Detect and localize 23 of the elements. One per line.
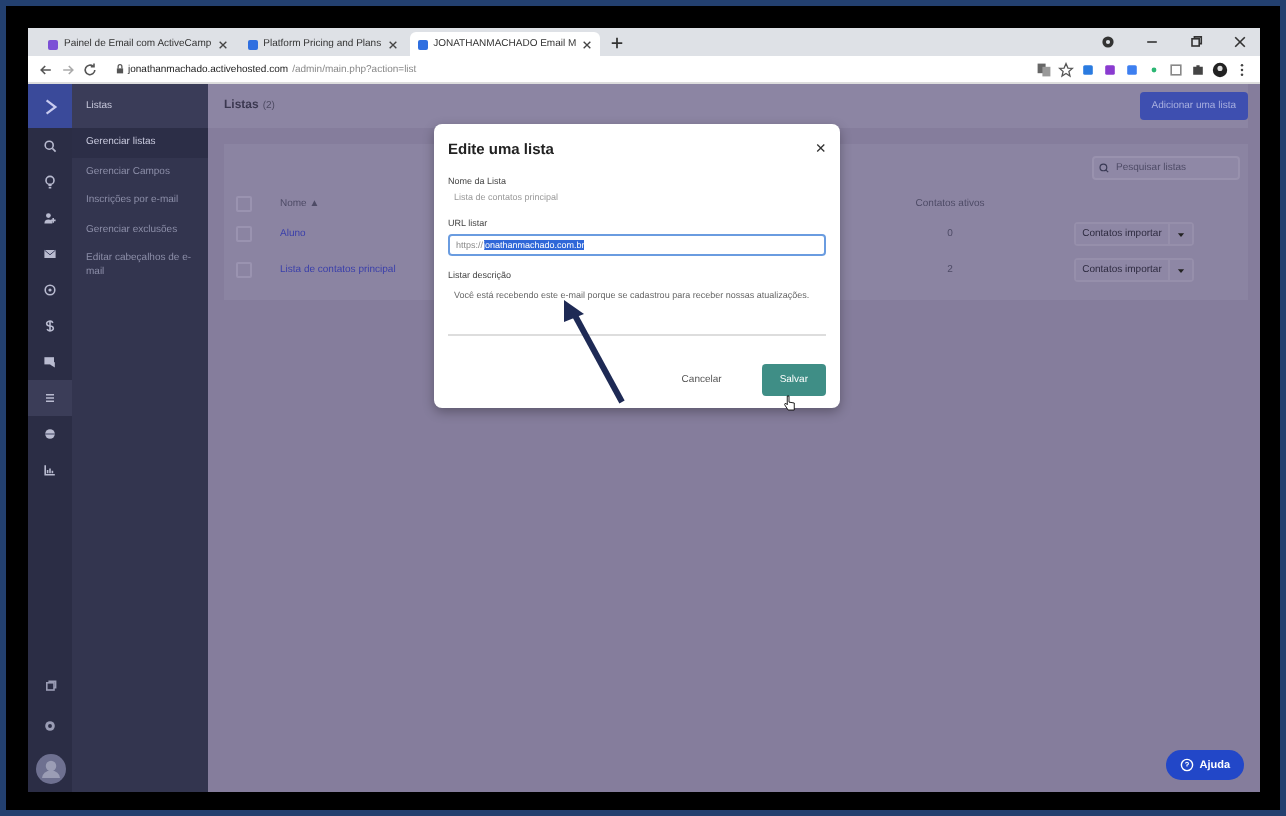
reload-icon[interactable] <box>82 61 98 77</box>
list-icon[interactable] <box>28 380 72 416</box>
caret-icon <box>1175 229 1186 239</box>
close-icon[interactable] <box>387 39 398 49</box>
pointer-arrow <box>560 298 628 406</box>
dropdown-button[interactable] <box>1167 260 1192 280</box>
dropdown-button[interactable] <box>1167 224 1192 244</box>
profile-icon[interactable] <box>1212 61 1228 77</box>
close-icon[interactable] <box>1232 34 1248 50</box>
close-icon[interactable] <box>217 39 228 49</box>
star-icon[interactable] <box>1058 61 1074 77</box>
copy-icon[interactable] <box>42 678 58 694</box>
help-icon <box>1179 758 1194 772</box>
new-tab-icon[interactable] <box>610 35 625 49</box>
search-icon <box>1098 162 1110 174</box>
caret-icon <box>1175 265 1186 275</box>
avatar-icon[interactable] <box>35 754 65 784</box>
close-button[interactable]: × <box>815 140 826 158</box>
back-icon[interactable] <box>38 61 54 77</box>
close-icon[interactable] <box>582 39 593 49</box>
extension-icon[interactable] <box>1168 61 1184 77</box>
logo-icon[interactable] <box>28 84 72 128</box>
restore-icon[interactable] <box>1188 34 1204 50</box>
